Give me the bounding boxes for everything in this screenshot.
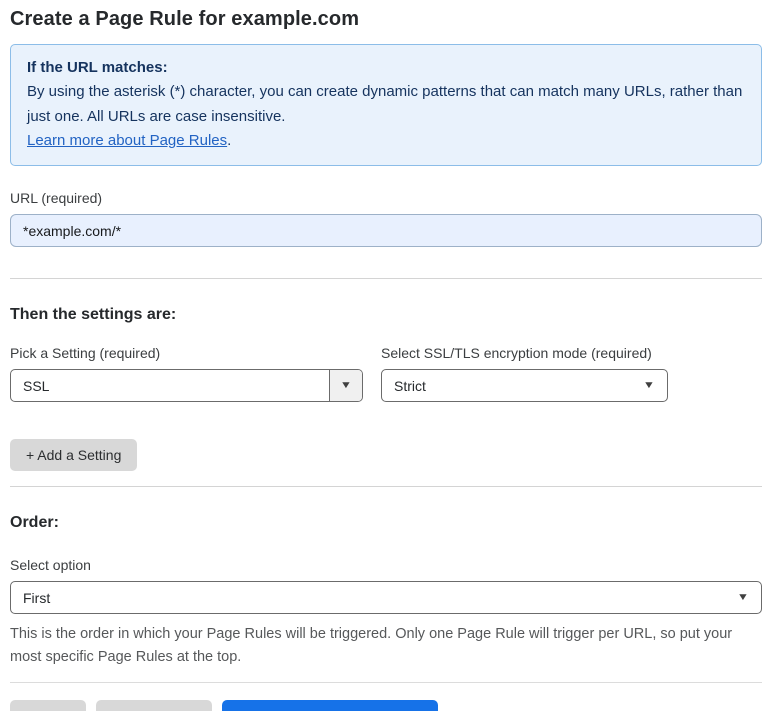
- setting-select-value: SSL: [23, 377, 50, 394]
- info-box-heading: If the URL matches:: [27, 59, 168, 76]
- order-select[interactable]: First ▼: [10, 581, 762, 615]
- order-section-heading: Order:: [10, 514, 59, 532]
- setting-select-label: Pick a Setting (required): [10, 345, 161, 362]
- url-field-label: URL (required): [10, 190, 103, 207]
- chevron-down-icon: ▼: [339, 379, 353, 391]
- setting-select-arrow-box[interactable]: ▼: [329, 370, 362, 402]
- order-select-label: Select option: [10, 557, 91, 574]
- section-divider: [10, 486, 762, 488]
- save-deploy-button[interactable]: Save and Deploy Page Rule: [222, 699, 439, 711]
- mode-select-value: Strict: [394, 377, 426, 394]
- info-box-body: By using the asterisk (*) character, you…: [27, 83, 743, 125]
- info-box-link-line: Learn more about Page Rules.: [27, 129, 745, 153]
- section-divider: [10, 278, 762, 280]
- setting-field: Pick a Setting (required) SSL ▼: [10, 345, 363, 403]
- mode-field: Select SSL/TLS encryption mode (required…: [381, 345, 668, 403]
- ssl-mode-select[interactable]: Strict ▼: [381, 369, 668, 403]
- footer-actions: Cancel Save as Draft Save and Deploy Pag…: [10, 699, 762, 711]
- settings-section-heading: Then the settings are:: [10, 306, 177, 324]
- cancel-button[interactable]: Cancel: [10, 699, 86, 711]
- chevron-down-icon: ▼: [736, 591, 750, 603]
- mode-select-label: Select SSL/TLS encryption mode (required…: [381, 345, 652, 362]
- create-page-rule-panel: Create a Page Rule for example.com If th…: [0, 0, 772, 711]
- settings-row: Pick a Setting (required) SSL ▼ Select S…: [10, 345, 762, 403]
- learn-more-link[interactable]: Learn more about Page Rules: [27, 132, 227, 149]
- page-title: Create a Page Rule for example.com: [10, 8, 360, 30]
- url-match-info-box: If the URL matches: By using the asteris…: [10, 44, 762, 167]
- order-select-value: First: [23, 589, 51, 606]
- order-help-text: This is the order in which your Page Rul…: [10, 626, 733, 666]
- add-setting-button[interactable]: + Add a Setting: [10, 439, 138, 472]
- url-input[interactable]: [10, 214, 762, 248]
- chevron-down-icon: ▼: [642, 379, 656, 391]
- link-period: .: [227, 131, 232, 149]
- save-draft-button[interactable]: Save as Draft: [95, 699, 213, 711]
- setting-select[interactable]: SSL ▼: [10, 369, 363, 403]
- footer-divider: [10, 681, 762, 683]
